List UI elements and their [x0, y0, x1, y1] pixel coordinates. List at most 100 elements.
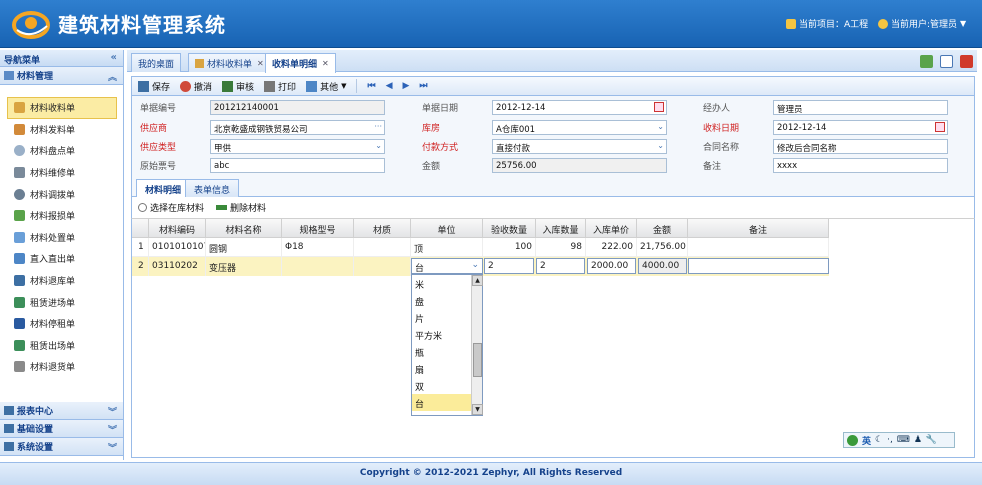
dropdown-scrollbar[interactable]: ▲ ▼: [471, 275, 483, 415]
accept-qty-input[interactable]: 2: [484, 258, 534, 274]
chevron-down-icon[interactable]: ︾: [108, 405, 117, 418]
chevron-down-icon[interactable]: ︾: [108, 423, 117, 436]
column-header[interactable]: 备注: [688, 219, 829, 238]
table-row[interactable]: 1 0101010107 圆钢 Φ18 顶 100 98 222.00 21,7…: [132, 238, 829, 257]
cell-accept-qty[interactable]: 100: [483, 238, 536, 257]
cell-code[interactable]: 03110202: [149, 257, 206, 276]
stock-qty-input[interactable]: 2: [536, 258, 585, 274]
last-record-icon[interactable]: ⏭: [419, 81, 427, 91]
sidebar-group-material[interactable]: 材料管理 ︽: [0, 67, 123, 85]
sidebar-item-inventory[interactable]: 材料盘点单: [0, 140, 123, 162]
tab-receive-list[interactable]: 材料收料单 ✕: [188, 53, 271, 72]
next-record-icon[interactable]: ▶: [403, 81, 410, 91]
tab-receive-detail[interactable]: 收料单明细 ✕: [265, 53, 336, 73]
column-header[interactable]: 材质: [354, 219, 411, 238]
cell-material[interactable]: [354, 257, 411, 276]
audit-button[interactable]: 审核: [222, 80, 254, 93]
sidebar-group-system[interactable]: 系统设置 ︾: [0, 438, 123, 456]
maximize-icon[interactable]: [940, 55, 953, 68]
scroll-down-icon[interactable]: ▼: [472, 404, 483, 415]
chevron-down-icon[interactable]: ▼: [960, 19, 966, 28]
cell-unit[interactable]: 顶: [411, 238, 483, 257]
delete-material-button[interactable]: 删除材料: [216, 201, 266, 214]
cell-stock-qty[interactable]: 98: [536, 238, 586, 257]
scroll-thumb[interactable]: [473, 343, 482, 377]
first-record-icon[interactable]: ⏮: [367, 81, 375, 91]
cell-spec[interactable]: Φ18: [282, 238, 354, 257]
pay-method-select[interactable]: 直接付款 ⌄: [492, 139, 667, 154]
person-icon[interactable]: ♟: [914, 435, 922, 445]
moon-icon[interactable]: ☾: [875, 435, 883, 445]
print-button[interactable]: 打印: [264, 80, 296, 93]
contract-field[interactable]: 修改后合同名称: [773, 139, 948, 154]
chevron-down-icon[interactable]: ⌄: [471, 260, 479, 270]
sidebar-item-disposal[interactable]: 材料处置单: [0, 227, 123, 249]
ime-language-label[interactable]: 英: [862, 434, 871, 447]
punctuation-icon[interactable]: ·,: [887, 435, 893, 445]
amount-field[interactable]: 25756.00: [492, 158, 667, 173]
cell-name[interactable]: 圆钢: [206, 238, 282, 257]
remark-field[interactable]: xxxx: [773, 158, 948, 173]
sidebar-item-lease-stop[interactable]: 材料停租单: [0, 313, 123, 335]
tab-desktop[interactable]: 我的桌面: [131, 53, 182, 72]
column-header[interactable]: 材料名称: [206, 219, 282, 238]
sidebar-item-repair[interactable]: 材料维修单: [0, 162, 123, 184]
remark-input[interactable]: [688, 258, 829, 274]
doc-date-field[interactable]: 2012-12-14: [492, 100, 667, 115]
column-header[interactable]: 验收数量: [483, 219, 536, 238]
select-material-button[interactable]: 选择在库材料: [138, 201, 204, 214]
chevron-down-icon[interactable]: ⌄: [375, 141, 382, 150]
calendar-icon[interactable]: [654, 102, 664, 112]
tab-material-detail[interactable]: 材料明细: [136, 179, 191, 197]
save-button[interactable]: 保存: [138, 80, 170, 93]
sidebar-item-return-stock[interactable]: 材料退库单: [0, 270, 123, 292]
wrench-icon[interactable]: 🔧: [926, 435, 937, 445]
receive-date-field[interactable]: 2012-12-14: [773, 120, 948, 135]
calendar-icon[interactable]: [935, 122, 945, 132]
tab-form-info[interactable]: 表单信息: [185, 179, 240, 197]
sidebar-item-loss[interactable]: 材料报损单: [0, 205, 123, 227]
collapse-sidebar-icon[interactable]: «: [111, 52, 117, 63]
cell-remark[interactable]: [688, 238, 829, 257]
handler-field[interactable]: 管理员: [773, 100, 948, 115]
column-header[interactable]: 单位: [411, 219, 483, 238]
cell-name[interactable]: 变压器: [206, 257, 282, 276]
warehouse-select[interactable]: A仓库001 ⌄: [492, 120, 667, 135]
sidebar-item-lease-out[interactable]: 租赁出场单: [0, 335, 123, 357]
column-header[interactable]: 材料编码: [149, 219, 206, 238]
orig-ticket-field[interactable]: abc: [210, 158, 385, 173]
sidebar-item-lease-in[interactable]: 租赁进场单: [0, 291, 123, 313]
column-header[interactable]: 入库单价: [586, 219, 637, 238]
current-user[interactable]: 当前用户:管理员 ▼: [878, 17, 966, 30]
chevron-up-icon[interactable]: ︽: [108, 70, 117, 83]
column-header[interactable]: 规格型号: [282, 219, 354, 238]
supplier-field[interactable]: 北京乾盛成钢铁贸易公司 ···: [210, 120, 385, 135]
column-header[interactable]: 入库数量: [536, 219, 586, 238]
close-window-icon[interactable]: [960, 55, 973, 68]
cancel-button[interactable]: 撤消: [180, 80, 212, 93]
unit-select[interactable]: 台 ⌄: [411, 258, 483, 274]
chevron-down-icon[interactable]: ︾: [108, 441, 117, 454]
chevron-down-icon[interactable]: ⌄: [657, 141, 664, 150]
sidebar-item-receive[interactable]: 材料收料单: [7, 97, 117, 119]
chevron-down-icon[interactable]: ⌄: [657, 122, 664, 131]
ime-toolbar[interactable]: 英 ☾ ·, ⌨ ♟ 🔧: [843, 432, 955, 448]
cell-material[interactable]: [354, 238, 411, 257]
sidebar-item-issue[interactable]: 材料发料单: [0, 119, 123, 141]
cell-price[interactable]: 222.00: [586, 238, 637, 257]
cell-amount[interactable]: 21,756.00: [637, 238, 688, 257]
amount-input[interactable]: 4000.00: [638, 258, 687, 274]
cell-spec[interactable]: [282, 257, 354, 276]
prev-record-icon[interactable]: ◀: [386, 81, 393, 91]
current-project[interactable]: 当前项目：A工程: [786, 17, 868, 30]
keyboard-icon[interactable]: ⌨: [897, 435, 910, 445]
column-header[interactable]: 金额: [637, 219, 688, 238]
sidebar-group-reports[interactable]: 报表中心 ︾: [0, 402, 123, 420]
close-icon[interactable]: ✕: [322, 59, 329, 68]
sidebar-item-return-goods[interactable]: 材料退货单: [0, 356, 123, 378]
sidebar-group-basic[interactable]: 基础设置 ︾: [0, 420, 123, 438]
more-icon[interactable]: ···: [374, 122, 382, 131]
price-input[interactable]: 2000.00: [587, 258, 636, 274]
cell-code[interactable]: 0101010107: [149, 238, 206, 257]
sidebar-item-direct[interactable]: 直入直出单: [0, 248, 123, 270]
